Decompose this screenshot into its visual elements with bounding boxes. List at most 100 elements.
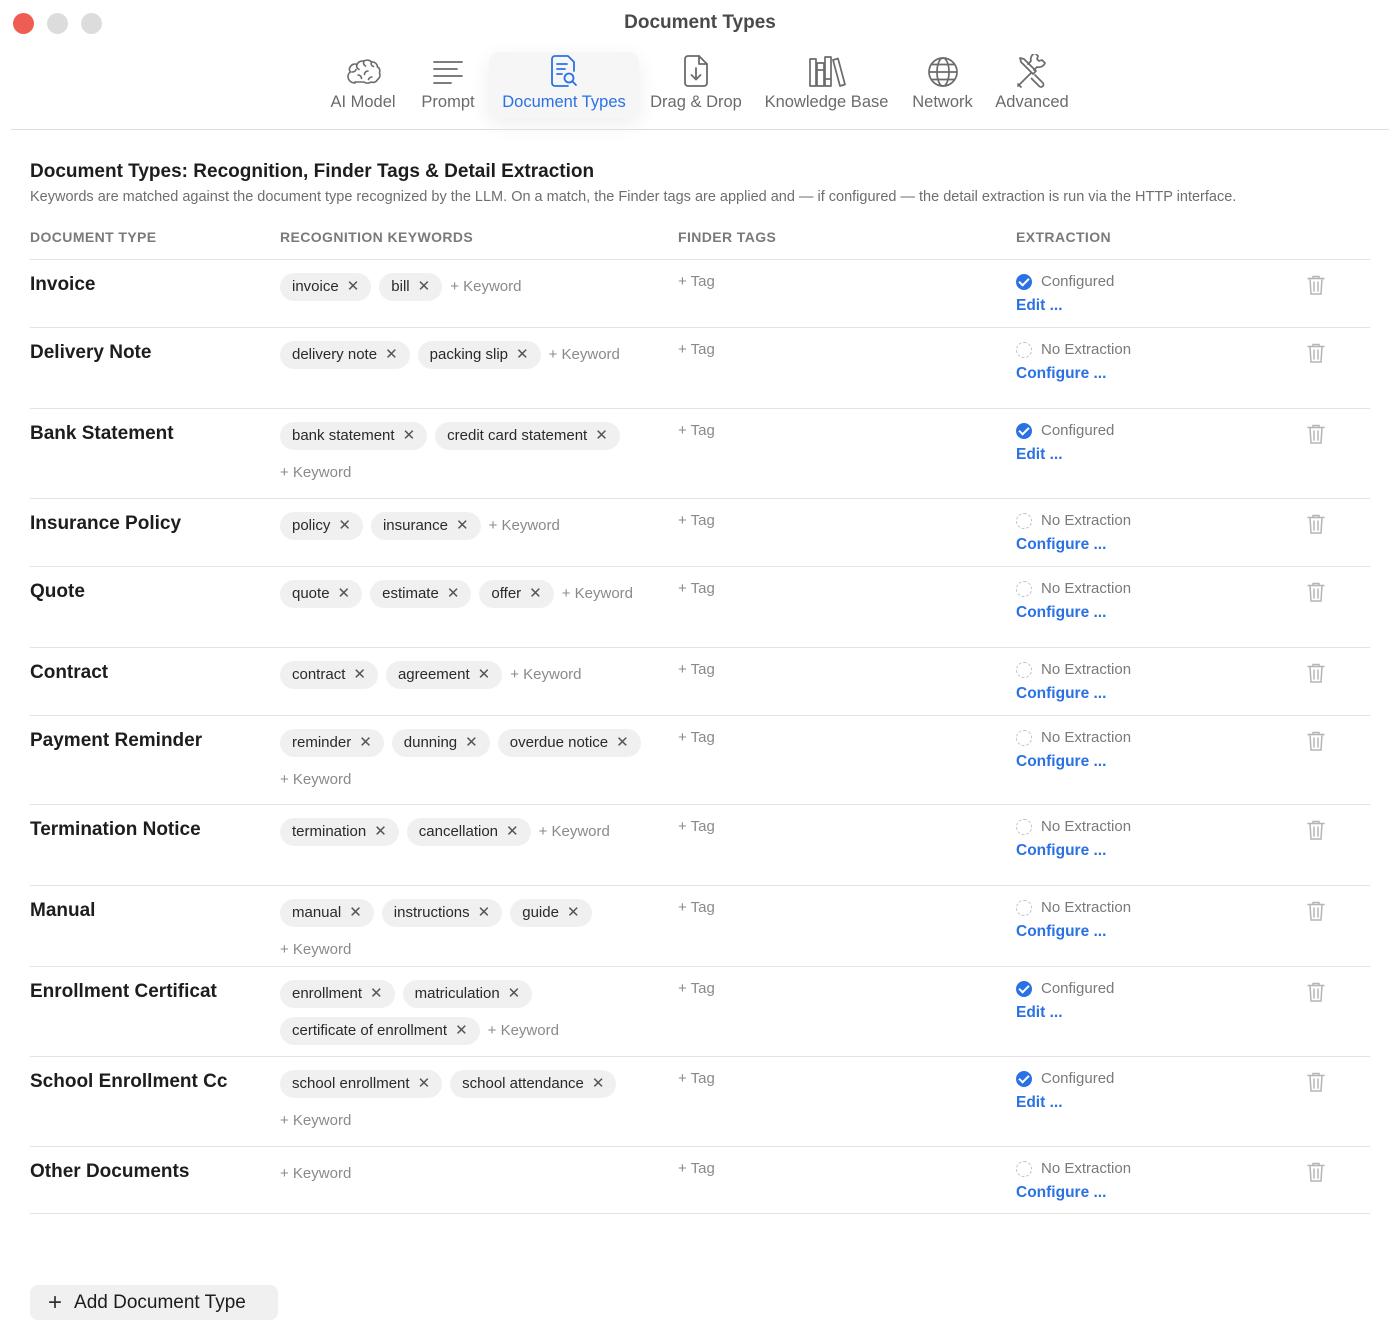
keyword-chip: offer ✕ [479,580,554,608]
keyword-label: packing slip [429,346,509,363]
document-search-icon [548,52,580,92]
tab-network[interactable]: Network [906,52,979,118]
text-lines-icon [431,52,465,92]
add-keyword-button[interactable]: + Keyword [489,512,560,540]
trash-icon[interactable] [1306,819,1326,846]
remove-keyword-icon[interactable]: ✕ [418,1075,431,1092]
extraction-status: Configured [1016,1070,1114,1088]
add-keyword-button[interactable]: + Keyword [280,766,351,794]
remove-keyword-icon[interactable]: ✕ [418,278,431,295]
remove-keyword-icon[interactable]: ✕ [347,278,360,295]
keyword-chip: enrollment ✕ [280,980,395,1008]
edit-extraction-link[interactable]: Edit ... [1016,297,1063,315]
add-keyword-button[interactable]: + Keyword [562,580,633,608]
tab-document-types[interactable]: Document Types [489,52,639,118]
add-tag-button[interactable]: + Tag [678,818,715,836]
remove-keyword-icon[interactable]: ✕ [385,346,398,363]
remove-keyword-icon[interactable]: ✕ [455,1022,468,1039]
keyword-chip: packing slip ✕ [417,341,541,369]
trash-icon[interactable] [1306,342,1326,369]
keyword-label: school attendance [462,1075,584,1092]
trash-icon[interactable] [1306,581,1326,608]
trash-icon[interactable] [1306,423,1326,450]
configure-extraction-link[interactable]: Configure ... [1016,923,1106,941]
configure-extraction-link[interactable]: Configure ... [1016,685,1106,703]
add-tag-button[interactable]: + Tag [678,1160,715,1178]
add-keyword-button[interactable]: + Keyword [280,459,351,487]
remove-keyword-icon[interactable]: ✕ [595,427,608,444]
add-tag-button[interactable]: + Tag [678,899,715,917]
trash-icon[interactable] [1306,730,1326,757]
configure-extraction-link[interactable]: Configure ... [1016,604,1106,622]
extraction-status-label: No Extraction [1041,818,1132,835]
tab-knowledge-base[interactable]: Knowledge Base [759,52,894,118]
remove-keyword-icon[interactable]: ✕ [370,985,383,1002]
add-tag-button[interactable]: + Tag [678,273,715,291]
remove-keyword-icon[interactable]: ✕ [349,904,362,921]
remove-keyword-icon[interactable]: ✕ [478,904,491,921]
remove-keyword-icon[interactable]: ✕ [567,904,580,921]
trash-icon[interactable] [1306,274,1326,301]
trash-icon[interactable] [1306,900,1326,927]
remove-keyword-icon[interactable]: ✕ [374,823,387,840]
remove-keyword-icon[interactable]: ✕ [447,585,460,602]
add-document-type-button[interactable]: + Add Document Type [30,1285,278,1320]
trash-icon[interactable] [1306,1161,1326,1188]
add-keyword-button[interactable]: + Keyword [450,273,521,301]
edit-extraction-link[interactable]: Edit ... [1016,1004,1063,1022]
tab-advanced[interactable]: Advanced [991,52,1073,118]
add-keyword-button[interactable]: + Keyword [280,1107,351,1135]
trash-icon[interactable] [1306,981,1326,1008]
remove-keyword-icon[interactable]: ✕ [338,517,351,534]
remove-keyword-icon[interactable]: ✕ [403,427,416,444]
configure-extraction-link[interactable]: Configure ... [1016,1184,1106,1202]
remove-keyword-icon[interactable]: ✕ [616,734,629,751]
configure-extraction-link[interactable]: Configure ... [1016,536,1106,554]
remove-keyword-icon[interactable]: ✕ [478,666,491,683]
add-keyword-button[interactable]: + Keyword [488,1017,559,1045]
add-keyword-button[interactable]: + Keyword [510,661,581,689]
add-keyword-button[interactable]: + Keyword [539,818,610,846]
keyword-label: reminder [292,734,352,751]
trash-icon[interactable] [1306,662,1326,689]
tab-drag-drop[interactable]: Drag & Drop [646,52,746,118]
tab-ai-model[interactable]: AI Model [326,52,400,118]
add-tag-button[interactable]: + Tag [678,661,715,679]
remove-keyword-icon[interactable]: ✕ [353,666,366,683]
add-tag-button[interactable]: + Tag [678,1070,715,1088]
keyword-chip: cancellation ✕ [406,818,531,846]
remove-keyword-icon[interactable]: ✕ [465,734,478,751]
configure-extraction-link[interactable]: Configure ... [1016,753,1106,771]
configure-extraction-link[interactable]: Configure ... [1016,365,1106,383]
trash-icon[interactable] [1306,513,1326,540]
configure-extraction-link[interactable]: Configure ... [1016,842,1106,860]
brain-icon [343,52,383,92]
remove-keyword-icon[interactable]: ✕ [359,734,372,751]
edit-extraction-link[interactable]: Edit ... [1016,446,1063,464]
add-keyword-button[interactable]: + Keyword [280,1160,351,1188]
add-keyword-button[interactable]: + Keyword [549,341,620,369]
remove-keyword-icon[interactable]: ✕ [592,1075,605,1092]
table-row: School Enrollment Cc school enrollment ✕ sc… [30,1056,1370,1146]
remove-keyword-icon[interactable]: ✕ [516,346,529,363]
extraction-status-label: Configured [1041,273,1115,290]
add-tag-button[interactable]: + Tag [678,980,715,998]
tab-prompt[interactable]: Prompt [416,52,480,118]
keyword-label: certificate of enrollment [292,1022,448,1039]
trash-icon[interactable] [1306,1071,1326,1098]
add-tag-button[interactable]: + Tag [678,512,715,530]
remove-keyword-icon[interactable]: ✕ [456,517,469,534]
remove-keyword-icon[interactable]: ✕ [506,823,519,840]
add-tag-button[interactable]: + Tag [678,729,715,747]
remove-keyword-icon[interactable]: ✕ [338,585,351,602]
edit-extraction-link[interactable]: Edit ... [1016,1094,1063,1112]
remove-keyword-icon[interactable]: ✕ [508,985,521,1002]
add-keyword-button[interactable]: + Keyword [280,936,351,964]
document-download-icon [681,52,711,92]
add-tag-button[interactable]: + Tag [678,422,715,440]
keyword-label: invoice [292,278,339,295]
add-tag-button[interactable]: + Tag [678,580,715,598]
remove-keyword-icon[interactable]: ✕ [529,585,542,602]
empty-circle-icon [1016,730,1032,746]
add-tag-button[interactable]: + Tag [678,341,715,359]
